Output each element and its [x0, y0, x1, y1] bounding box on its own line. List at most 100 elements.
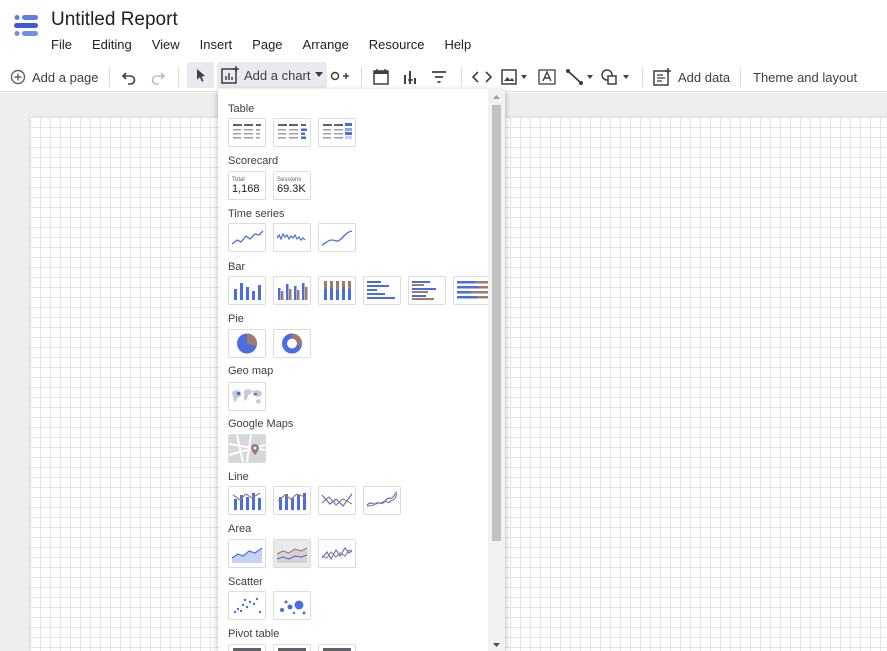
select-tool-button[interactable] — [187, 62, 214, 88]
add-data-button[interactable]: Add data — [652, 63, 730, 91]
google-maps-icon — [229, 435, 265, 462]
section-title-line: Line — [228, 471, 249, 483]
chart-option-table-bars[interactable] — [273, 118, 311, 147]
smoothed-line-icon — [321, 230, 353, 246]
add-chart-label: Add a chart — [244, 67, 311, 83]
chart-option-stacked-combo[interactable] — [273, 486, 311, 515]
shape-button[interactable] — [600, 63, 632, 91]
section-title-bar: Bar — [228, 261, 246, 273]
bubble-chart-icon — [280, 600, 306, 615]
line-button[interactable] — [565, 63, 595, 91]
chart-option-combo[interactable] — [228, 486, 266, 515]
chart-option-donut[interactable] — [273, 329, 311, 358]
scatter-chart-icon — [233, 597, 262, 614]
pivot-table-icon — [233, 648, 261, 651]
menu-view[interactable]: View — [142, 36, 190, 54]
scroll-down-icon[interactable] — [492, 641, 501, 649]
add-page-label: Add a page — [32, 69, 99, 85]
chart-option-percent-area[interactable] — [318, 539, 356, 568]
chart-option-area[interactable] — [228, 539, 266, 568]
chart-option-bar[interactable] — [363, 276, 401, 305]
column-chart-icon — [234, 283, 261, 300]
stacked-area-icon — [274, 540, 310, 567]
redo-button[interactable] — [149, 63, 167, 91]
add-data-label: Add data — [678, 69, 731, 85]
report-title[interactable]: Untitled Report — [51, 9, 178, 31]
theme-layout-button[interactable]: Theme and layout — [753, 63, 857, 91]
chart-option-scorecard[interactable]: Total 1,168 — [228, 171, 266, 200]
scroll-up-icon[interactable] — [492, 93, 501, 101]
add-page-button[interactable]: Add a page — [10, 63, 99, 91]
chart-option-scorecard-compact[interactable]: Sessions 69.3K — [273, 171, 311, 200]
menu-page[interactable]: Page — [242, 36, 292, 54]
add-chart-button[interactable]: Add a chart — [217, 62, 327, 88]
menubar: File Editing View Insert Page Arrange Re… — [41, 36, 481, 54]
chart-option-bubble[interactable] — [273, 591, 311, 620]
time-series-icon — [231, 230, 264, 245]
image-button[interactable] — [500, 63, 528, 91]
table-heatmap-icon — [323, 123, 352, 139]
pie-chart-icon — [237, 333, 257, 354]
menu-help[interactable]: Help — [434, 36, 481, 54]
pivot-table-heatmap-icon — [323, 648, 351, 651]
toolbar-divider — [178, 67, 179, 87]
add-control-button[interactable] — [330, 63, 350, 91]
data-studio-logo[interactable] — [12, 12, 40, 40]
chart-option-google-maps[interactable] — [228, 434, 266, 463]
menu-scrollbar[interactable] — [488, 89, 505, 651]
section-title-time-series: Time series — [228, 208, 285, 220]
stacked-bar-icon — [457, 281, 488, 299]
chart-option-table-heatmap[interactable] — [318, 118, 356, 147]
stacked-combo-icon — [277, 493, 306, 510]
toolbar-divider — [740, 67, 741, 87]
chart-option-stacked-area[interactable] — [273, 539, 311, 568]
text-button[interactable] — [537, 63, 557, 91]
section-title-table: Table — [228, 103, 255, 115]
date-range-button[interactable] — [372, 63, 390, 91]
section-title-scorecard: Scorecard — [228, 155, 279, 167]
section-title-pivot-table: Pivot table — [228, 628, 280, 640]
chart-option-time-series[interactable] — [228, 223, 266, 252]
add-data-icon — [653, 68, 671, 86]
section-title-geo-map: Geo map — [228, 365, 274, 377]
add-control-icon — [330, 71, 349, 81]
section-title-pie: Pie — [228, 313, 244, 325]
chart-option-geo-map[interactable] — [228, 382, 266, 411]
calendar-icon — [373, 69, 389, 85]
embed-url-button[interactable] — [472, 63, 492, 91]
chart-option-table[interactable] — [228, 118, 266, 147]
chart-option-pie[interactable] — [228, 329, 266, 358]
grouped-column-icon — [278, 283, 308, 300]
menu-editing[interactable]: Editing — [82, 36, 142, 54]
data-control-icon — [404, 71, 416, 84]
add-circle-icon — [10, 69, 26, 85]
grouped-bar-icon — [412, 281, 436, 300]
chart-option-stacked-column[interactable] — [318, 276, 356, 305]
chart-option-smooth-line[interactable] — [363, 486, 401, 515]
menu-insert[interactable]: Insert — [190, 36, 243, 54]
data-control-button[interactable] — [402, 63, 418, 91]
undo-button[interactable] — [120, 63, 138, 91]
table-bars-icon — [278, 124, 307, 139]
scrollbar-thumb[interactable] — [492, 105, 501, 541]
undo-icon — [121, 72, 136, 85]
chart-option-pivot-table[interactable] — [228, 644, 266, 651]
donut-chart-icon — [282, 333, 302, 354]
chart-option-grouped-column[interactable] — [273, 276, 311, 305]
menu-file[interactable]: File — [41, 36, 82, 54]
chart-option-column[interactable] — [228, 276, 266, 305]
toolbar-divider — [642, 67, 643, 87]
text-box-icon — [538, 69, 556, 85]
filter-control-button[interactable] — [430, 63, 448, 91]
chart-option-grouped-bar[interactable] — [408, 276, 446, 305]
chart-option-stacked-bar[interactable] — [453, 276, 488, 305]
chart-option-sparkline[interactable] — [273, 223, 311, 252]
chart-option-pivot-table-heatmap[interactable] — [318, 644, 356, 651]
chart-option-smoothed-time-series[interactable] — [318, 223, 356, 252]
menu-arrange[interactable]: Arrange — [293, 36, 359, 54]
chart-option-pivot-table-bars[interactable] — [273, 644, 311, 651]
chart-option-line[interactable] — [318, 486, 356, 515]
chart-option-scatter[interactable] — [228, 591, 266, 620]
menu-resource[interactable]: Resource — [359, 36, 435, 54]
table-icon — [233, 124, 261, 139]
